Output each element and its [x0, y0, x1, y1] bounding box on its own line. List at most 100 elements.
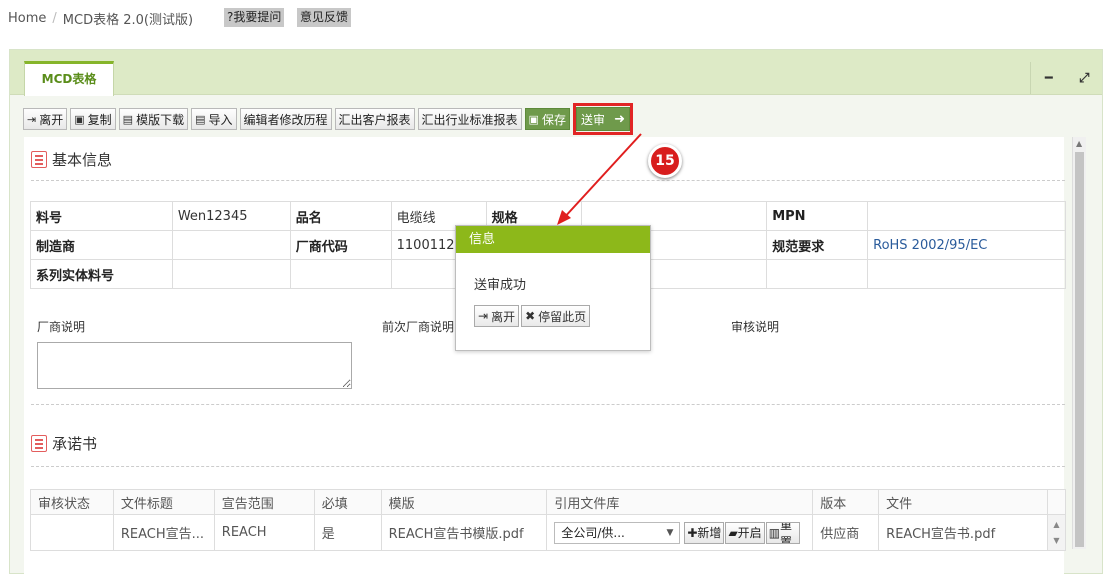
panel-header: MCD表格 ━ ⤢	[10, 50, 1102, 96]
value-part-number: Wen12345	[171, 201, 291, 231]
dialog-leave-button[interactable]: ⇥ 离开	[474, 305, 520, 327]
label-mpn: MPN	[766, 201, 869, 231]
exit-icon: ⇥	[478, 309, 489, 323]
label-part-number: 料号	[30, 201, 173, 231]
cell-library: 全公司/供... ▼ ✚ 新增 ▰ 开启 ▥ 重置	[546, 514, 814, 551]
open-label: 开启	[737, 526, 762, 540]
scroll-up-icon[interactable]: ▲	[1076, 139, 1082, 148]
import-button[interactable]: ▤ 导入	[191, 108, 237, 130]
callout-badge: 15	[648, 144, 682, 178]
value-manufacturer	[171, 230, 291, 260]
label-product-name: 品名	[289, 201, 392, 231]
table-cell	[766, 259, 869, 289]
vendor-desc-field[interactable]	[37, 342, 352, 389]
library-select[interactable]: 全公司/供... ▼	[554, 521, 681, 544]
document-icon	[31, 435, 47, 452]
export-industry-button[interactable]: 汇出行业标准报表	[417, 108, 522, 130]
divider	[31, 466, 1065, 467]
reset-button[interactable]: ▥ 重置	[765, 521, 800, 544]
table-row: REACH宣告... REACH 是 REACH宣告书模版.pdf 全公司/供.…	[30, 514, 1067, 551]
copy-label: 复制	[87, 112, 112, 127]
label-manufacturer: 制造商	[30, 230, 173, 260]
expand-icon[interactable]: ⤢	[1067, 62, 1103, 94]
copy-button[interactable]: ▣ 复制	[70, 108, 116, 130]
prev-vendor-desc-label: 前次厂商说明	[382, 320, 455, 334]
history-button[interactable]: 编辑者修改历程	[239, 108, 332, 130]
ask-question-button[interactable]: ?我要提问	[224, 8, 285, 27]
breadcrumb-current: MCD表格 2.0(测试版)	[62, 13, 194, 28]
basic-info-label: 基本信息	[52, 151, 113, 169]
save-button[interactable]: ▣ 保存	[524, 108, 570, 130]
leave-button[interactable]: ⇥ 离开	[23, 108, 68, 130]
value-mpn	[867, 201, 1066, 231]
dialog-leave-label: 离开	[491, 309, 516, 324]
excel-icon: ▤	[195, 112, 206, 126]
cell-status	[30, 514, 114, 551]
review-desc-label: 审核说明	[731, 320, 780, 334]
close-icon: ✖	[525, 309, 536, 323]
cell-required: 是	[313, 514, 382, 551]
tab-mcd-table[interactable]: MCD表格	[24, 61, 114, 96]
dialog-stay-button[interactable]: ✖ 停留此页	[521, 305, 591, 327]
table-cell	[171, 259, 291, 289]
dialog-stay-label: 停留此页	[538, 309, 587, 324]
toolbar: ⇥ 离开 ▣ 复制 ▤ 模版下载 ▤ 导入 编辑者修改历程 汇出客户报表 汇出行业标准报…	[23, 103, 633, 135]
minimize-icon[interactable]: ━	[1031, 62, 1067, 94]
info-dialog: 信息 送审成功 ⇥ 离开 ✖ 停留此页	[455, 225, 651, 351]
label-spec-requirement: 规范要求	[766, 230, 869, 260]
export-customer-button[interactable]: 汇出客户报表	[334, 108, 415, 130]
import-label: 导入	[208, 112, 233, 127]
cell-version: 供应商	[812, 514, 880, 551]
content-area: 基本信息 料号 Wen12345 品名 电缆线 规格 MPN 制造商 厂商代码 …	[24, 137, 1067, 574]
template-download-button[interactable]: ▤ 模版下载	[118, 108, 189, 130]
add-button[interactable]: ✚ 新增	[684, 521, 725, 544]
open-button[interactable]: ▰ 开启	[725, 521, 765, 544]
library-select-value: 全公司/供...	[561, 526, 625, 540]
plus-icon: ✚	[687, 525, 698, 540]
submit-button[interactable]: 送审 ➜	[575, 107, 630, 131]
col-header: 宣告范围	[213, 489, 315, 515]
commitment-label: 承诺书	[52, 435, 98, 453]
dialog-title: 信息	[456, 226, 650, 253]
basic-info-title: 基本信息	[31, 149, 112, 170]
commitment-table: 审核状态 文件标题 宣告范围 必填 模版 引用文件库 版本 文件 REACH宣告…	[30, 489, 1067, 551]
breadcrumb-separator: /	[52, 11, 57, 26]
submit-label: 送审	[580, 112, 605, 127]
feedback-button[interactable]: 意见反馈	[297, 8, 352, 27]
cell-scope: REACH	[213, 514, 315, 551]
vendor-desc-label: 厂商说明	[37, 320, 86, 334]
reset-label: 重置	[780, 521, 793, 544]
table-header-row: 审核状态 文件标题 宣告范围 必填 模版 引用文件库 版本 文件	[30, 489, 1067, 515]
scrollbar-thumb[interactable]	[1075, 152, 1084, 547]
leave-label: 离开	[39, 112, 64, 127]
divider	[31, 404, 1065, 405]
row-scrollbar[interactable]: ▲ ▼	[1046, 514, 1067, 551]
arrow-right-icon: ➜	[614, 111, 625, 127]
commitment-title: 承诺书	[31, 433, 97, 454]
col-header: 文件	[878, 489, 1048, 515]
file-link[interactable]: REACH宣告书.pdf	[878, 514, 1048, 551]
cell-title: REACH宣告...	[112, 514, 215, 551]
breadcrumb: Home / MCD表格 2.0(测试版)	[8, 9, 193, 28]
vertical-scrollbar[interactable]: ▲	[1072, 137, 1086, 549]
breadcrumb-home[interactable]: Home	[8, 11, 46, 26]
exit-icon: ⇥	[27, 112, 37, 126]
panel-tools: ━ ⤢	[1030, 62, 1102, 94]
caret-down-icon: ▼	[666, 527, 674, 538]
value-spec-requirement[interactable]: RoHS 2002/95/EC	[867, 230, 1066, 260]
list-icon	[31, 151, 47, 168]
save-disk-icon: ▣	[528, 112, 539, 126]
table-cell	[289, 259, 392, 289]
col-header: 审核状态	[30, 489, 114, 515]
col-header	[1046, 489, 1067, 515]
col-header: 文件标题	[112, 489, 215, 515]
template-download-label: 模版下载	[136, 112, 185, 127]
folder-open-icon: ▰	[728, 525, 738, 540]
label-series-part-number: 系列实体料号	[30, 259, 173, 289]
dialog-buttons: ⇥ 离开 ✖ 停留此页	[474, 305, 591, 327]
template-link[interactable]: REACH宣告书模版.pdf	[380, 514, 548, 551]
add-label: 新增	[697, 526, 722, 540]
excel-icon: ▤	[122, 112, 134, 126]
divider	[31, 180, 1065, 181]
dialog-message: 送审成功	[474, 278, 527, 293]
